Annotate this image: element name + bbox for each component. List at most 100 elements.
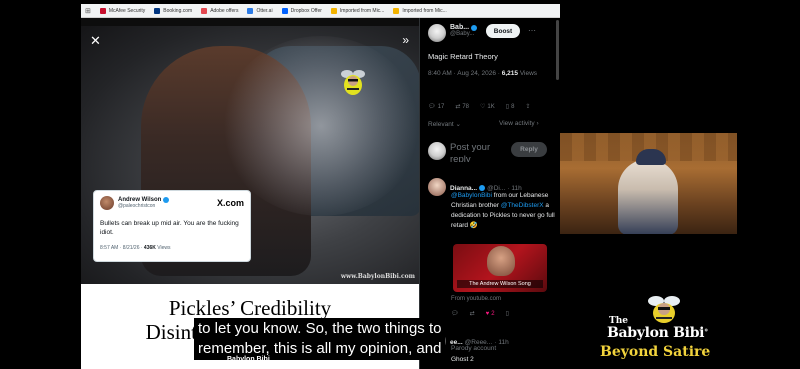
mention-link[interactable]: @BabylonBibi: [451, 192, 492, 199]
post-views-count: 6,215: [501, 70, 518, 77]
presenter-hat: [636, 149, 666, 165]
reply-input[interactable]: Post your reply: [450, 142, 502, 162]
reply-actions: 💬︎ ⇄ ♥ 2 ▯: [451, 310, 509, 318]
video-thumbnail-face: [487, 246, 515, 276]
like-action[interactable]: ♥ 2: [486, 310, 495, 317]
logo-tagline: Beyond Satire: [600, 344, 711, 360]
post-header: Bab... @Baby...: [428, 24, 478, 42]
bee-mascot-icon: [341, 70, 365, 95]
avatar[interactable]: [428, 24, 446, 42]
dropbox-icon: [281, 7, 288, 14]
caption-source-tag: Babylon Bibi: [227, 356, 270, 363]
post-actions: 💬︎ 17 ⇄ 78 ♡ 1K ▯ 8 ⇪: [428, 103, 530, 111]
bookmark-label: Booking.com: [163, 7, 193, 14]
bookmark-action[interactable]: ▯ 8: [505, 103, 515, 111]
like-count: 2: [491, 310, 495, 317]
reply-text: Ghost 2: [451, 356, 474, 363]
tweet-views-label: Views: [155, 245, 171, 251]
more-options-icon[interactable]: ⋯: [528, 26, 536, 35]
trademark-mark: ®: [704, 327, 708, 333]
bookmark-count: 8: [511, 103, 515, 110]
post-author-handle: @Baby...: [450, 31, 475, 37]
post-author-name[interactable]: Bab...: [450, 24, 469, 31]
link-card-title: The Andrew Wilson Song: [457, 280, 543, 288]
avatar: [428, 142, 446, 160]
avatar: [100, 196, 114, 210]
folder-icon: [393, 7, 400, 14]
bookmark-icon[interactable]: ▯: [506, 310, 509, 317]
reply-icon: 💬︎: [428, 104, 436, 110]
view-activity-label: View activity: [499, 120, 535, 127]
heart-icon: ♡: [480, 104, 486, 110]
post-views-label: Views: [519, 70, 538, 77]
share-icon[interactable]: ⇪: [525, 103, 530, 110]
next-chevron-icon[interactable]: »: [402, 34, 409, 46]
repost-count: 78: [462, 103, 470, 110]
logo-name: Babylon Bibi®: [607, 325, 708, 341]
bookmark-dropbox[interactable]: Dropbox Offer: [281, 7, 322, 14]
bookmark-folder-2[interactable]: Imported from Mic...: [393, 7, 447, 14]
bookmark-adobe[interactable]: Adobe offers: [201, 7, 239, 14]
reply-icon[interactable]: 💬︎: [451, 310, 459, 317]
reply-subtext: Parody account: [451, 345, 497, 352]
x-brand-logo: X.com: [216, 198, 244, 208]
adobe-icon: [201, 7, 208, 14]
scrollbar[interactable]: [556, 20, 559, 80]
tweet-time: 8:57 AM · 8/21/26 ·: [100, 245, 144, 251]
bee-mascot-icon: [648, 296, 680, 323]
post-time: 8:40 AM · Aug 24, 2026 ·: [428, 70, 502, 77]
post-text: Magic Retard Theory: [428, 52, 498, 61]
tweet-views-count: 436K: [143, 245, 156, 251]
reply-button[interactable]: Reply: [511, 142, 547, 157]
bookmark-booking[interactable]: Booking.com: [154, 7, 193, 14]
particle-spray: [221, 36, 419, 216]
babylon-bibi-logo: The Babylon Bibi® Beyond Satire: [597, 292, 732, 364]
embedded-tweet-card: Andrew Wilson @paleochristcon X.com Bull…: [93, 190, 251, 262]
reply-text: @BabylonBibi from our Lebanese Christian…: [451, 191, 555, 231]
view-activity-link[interactable]: View activity ›: [499, 120, 539, 127]
bookmark-label: McAfee Security: [108, 7, 146, 14]
tweet-meta: 8:57 AM · 8/21/26 · 436K Views: [100, 245, 244, 251]
repost-icon[interactable]: ⇄: [470, 310, 475, 317]
logo-name-text: Babylon Bibi: [607, 325, 705, 341]
avatar[interactable]: [428, 178, 446, 196]
presenter-figure: [618, 159, 678, 234]
like-count: 1K: [487, 103, 495, 110]
bookmark-icon: ▯: [505, 104, 510, 110]
relevant-sort[interactable]: Relevant ⌄: [428, 120, 461, 128]
bookmark-otter[interactable]: Otter.ai: [247, 7, 273, 14]
reply-action[interactable]: 💬︎ 17: [428, 103, 445, 111]
folder-icon: [330, 7, 337, 14]
link-card-source: From youtube.com: [451, 296, 502, 302]
mcafee-icon: [99, 7, 106, 14]
reply-count: 17: [437, 103, 445, 110]
webcam-feed: [560, 133, 737, 234]
tweet-author-handle: @paleochristcon: [118, 203, 156, 209]
reply-time: 11h: [498, 338, 509, 346]
bookmarks-bar: ⊞ McAfee Security Booking.com Adobe offe…: [81, 4, 560, 18]
apps-grid-icon[interactable]: ⊞: [85, 7, 91, 15]
headline-line: Pickles’ Credibility: [168, 296, 332, 320]
video-watermark: www.BabylonBibi.com: [340, 273, 415, 280]
bookmark-folder-1[interactable]: Imported from Mic...: [330, 7, 384, 14]
x-post-panel: Bab... @Baby... Boost ⋯ Magic Retard The…: [419, 18, 560, 369]
tweet-text: Bullets can break up mid air. You are th…: [100, 220, 239, 236]
bookmark-label: Imported from Mic...: [402, 7, 447, 14]
repost-icon: ⇄: [455, 104, 461, 110]
relevant-label: Relevant: [428, 121, 454, 128]
repost-action[interactable]: ⇄ 78: [455, 103, 470, 111]
like-action[interactable]: ♡ 1K: [480, 103, 495, 111]
caption-line: to let you know. So, the two things to: [198, 320, 442, 337]
mention-link[interactable]: @TheDibsterX: [501, 202, 544, 209]
reply-composer: Post your reply: [428, 142, 502, 162]
close-icon[interactable]: ✕: [90, 34, 101, 47]
video-frame[interactable]: ✕ » www.BabylonBibi.com Andrew Wilson @p…: [81, 26, 419, 284]
boost-button[interactable]: Boost: [486, 24, 520, 38]
otter-icon: [247, 7, 254, 14]
post-meta: 8:40 AM · Aug 24, 2026 · 6,215 Views: [428, 69, 553, 79]
bookmark-label: Adobe offers: [210, 7, 239, 14]
bookmark-label: Otter.ai: [256, 7, 273, 14]
bookmark-mcafee[interactable]: McAfee Security: [99, 7, 146, 14]
booking-icon: [154, 7, 161, 14]
youtube-link-card[interactable]: The Andrew Wilson Song: [453, 244, 547, 292]
